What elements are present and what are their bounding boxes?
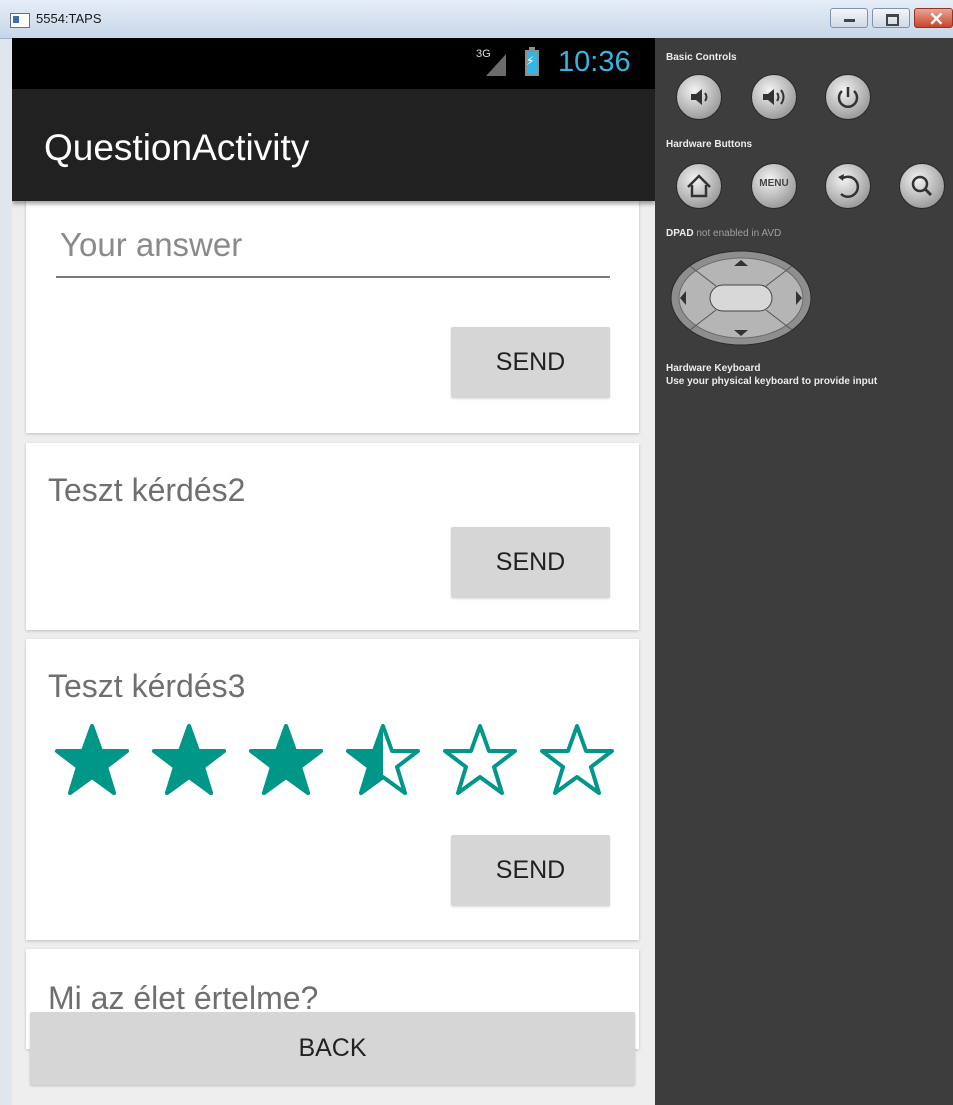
page-title: QuestionActivity [44,127,310,168]
battery-charging-icon [525,47,539,76]
search-icon [911,175,933,197]
action-bar: QuestionActivity [12,89,655,201]
volume-up-button[interactable] [751,74,797,120]
window-title: 5554:TAPS [36,11,102,26]
dpad-center-button [709,284,773,312]
star-empty-icon[interactable] [539,723,615,798]
back-arrow-icon [838,174,860,198]
device-screen: 3G 10:36 QuestionActivity SEND Teszt kér… [12,38,655,1105]
volume-down-icon [691,89,708,105]
basic-controls-label: Basic Controls [666,52,737,63]
signal-icon: 3G [476,48,506,76]
hardware-keyboard-label: Hardware Keyboard [666,363,761,374]
menu-label: MENU [759,178,789,189]
status-clock: 10:36 [558,46,631,78]
question-card: Teszt kérdés2 SEND [26,443,639,630]
question-text: Teszt kérdés2 [48,472,246,508]
app-window-icon [10,13,30,28]
menu-button[interactable]: MENU [751,163,797,209]
star-half-icon[interactable] [345,723,421,798]
dpad-control [670,250,812,346]
status-bar: 3G 10:36 [12,38,655,89]
send-button[interactable]: SEND [451,835,610,906]
rating-bar[interactable] [54,723,618,798]
hardware-buttons-label: Hardware Buttons [666,139,753,150]
hardware-keyboard-hint: Use your physical keyboard to provide in… [666,376,878,387]
star-filled-icon[interactable] [248,723,324,798]
send-button[interactable]: SEND [451,527,610,598]
volume-down-button[interactable] [676,74,722,120]
power-icon [837,87,859,108]
close-button[interactable] [914,6,953,30]
home-button[interactable] [676,163,722,209]
emulator-control-panel: Basic Controls Hardware Buttons MENU DPA… [655,38,953,1105]
home-icon [687,174,711,198]
window-titlebar: 5554:TAPS [0,0,953,39]
answer-input[interactable] [56,214,610,278]
question-card: Teszt kérdés3 SEND [26,639,639,940]
minimize-button[interactable] [830,8,868,28]
back-button[interactable]: BACK [30,1012,635,1085]
search-button[interactable] [899,163,945,209]
star-empty-icon[interactable] [442,723,518,798]
power-button[interactable] [825,74,871,120]
star-filled-icon[interactable] [151,723,227,798]
maximize-button[interactable] [872,8,910,28]
volume-up-icon [763,89,785,105]
dpad-label: DPAD not enabled in AVD [666,228,782,239]
question-text: Teszt kérdés3 [48,668,246,704]
star-filled-icon[interactable] [54,723,130,798]
network-type: 3G [476,48,491,60]
send-button[interactable]: SEND [451,327,610,398]
back-hw-button[interactable] [825,163,871,209]
